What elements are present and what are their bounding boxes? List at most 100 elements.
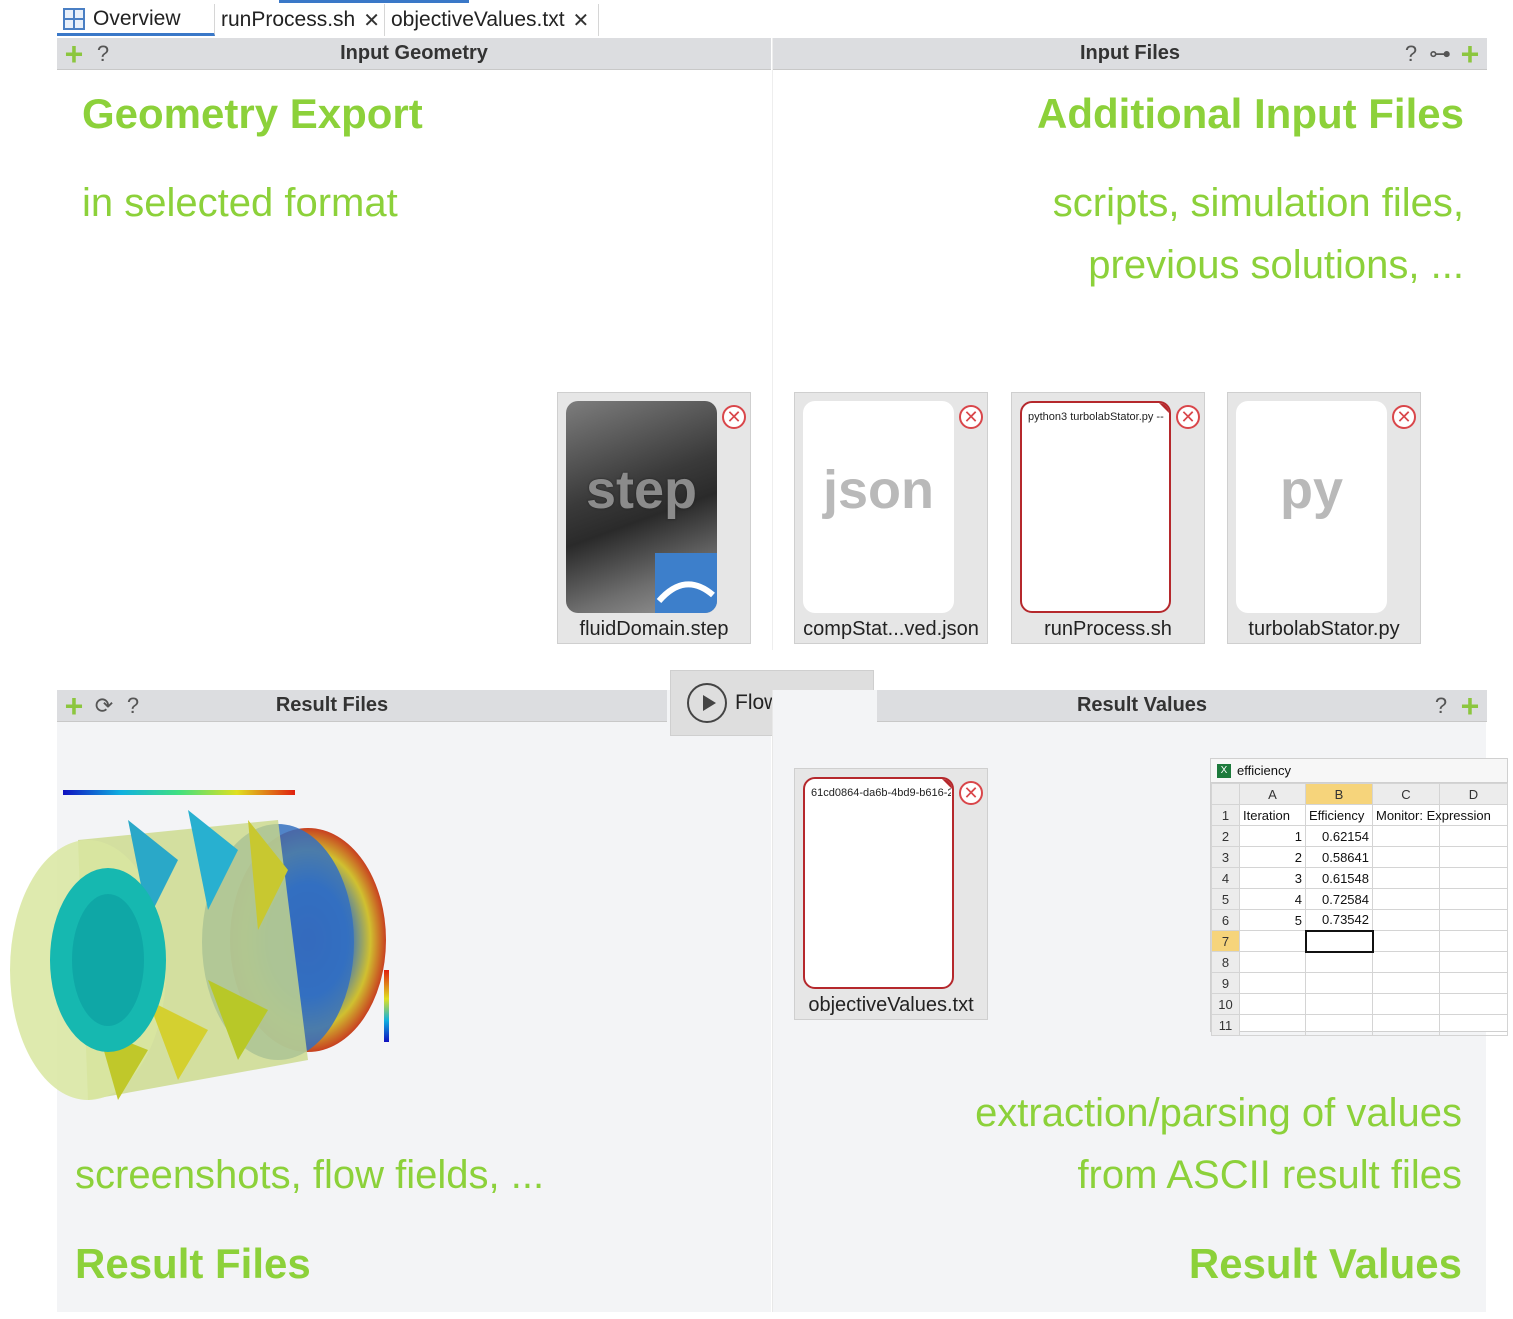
cell[interactable]: Iteration [1239, 804, 1306, 826]
cell[interactable] [1439, 825, 1508, 847]
cell[interactable] [1239, 930, 1306, 952]
cell[interactable] [1305, 972, 1373, 994]
table-row: 4 3 0.61548 [1211, 867, 1508, 889]
add-icon[interactable]: + [61, 690, 87, 722]
help-icon[interactable]: ? [93, 38, 113, 70]
cell[interactable] [1439, 867, 1508, 889]
remove-icon[interactable]: ✕ [959, 405, 983, 429]
py-thumbnail: py [1236, 401, 1387, 613]
cell[interactable] [1372, 909, 1440, 931]
result-values-heading: Result Values [1188, 1240, 1462, 1287]
add-icon[interactable]: + [1457, 690, 1483, 722]
add-icon[interactable]: + [61, 38, 87, 70]
result-values-header: Result Values ? + [877, 690, 1487, 722]
cell[interactable] [1372, 930, 1440, 952]
ext-label: json [822, 460, 934, 520]
file-card-py[interactable]: py ✕ turbolabStator.py [1227, 392, 1421, 644]
column-header[interactable]: D [1439, 783, 1508, 805]
close-icon[interactable]: ✕ [363, 8, 380, 33]
tab-overview[interactable]: Overview [57, 4, 215, 36]
close-icon[interactable]: ✕ [573, 8, 590, 33]
file-card-json[interactable]: json ✕ compStat...ved.json [794, 392, 988, 644]
flow-field-render[interactable] [8, 780, 418, 1110]
row-header[interactable]: 8 [1211, 951, 1240, 973]
cell[interactable] [1439, 930, 1508, 952]
active-cell[interactable] [1304, 929, 1374, 953]
link-icon[interactable]: ⊶ [1425, 38, 1455, 70]
cell[interactable] [1439, 888, 1508, 910]
row-header[interactable]: 11 [1211, 1014, 1240, 1036]
column-header[interactable]: B [1305, 783, 1373, 805]
cell[interactable]: 0.62154 [1305, 825, 1373, 847]
cell[interactable] [1439, 972, 1508, 994]
help-icon[interactable]: ? [1401, 38, 1421, 70]
corner-cell[interactable] [1211, 783, 1240, 805]
cell[interactable] [1439, 846, 1508, 868]
cell[interactable]: 4 [1239, 888, 1306, 910]
remove-icon[interactable]: ✕ [959, 781, 983, 805]
tab-objective-values[interactable]: objectiveValues.txt ✕ [385, 4, 599, 36]
cell[interactable] [1372, 888, 1440, 910]
table-row: 11 [1211, 1014, 1508, 1036]
row-header[interactable]: 4 [1211, 867, 1240, 889]
cell[interactable] [1305, 993, 1373, 1015]
row-header[interactable]: 10 [1211, 993, 1240, 1015]
cell[interactable]: 0.73542 [1305, 909, 1373, 931]
add-icon[interactable]: + [1457, 38, 1483, 70]
cell[interactable] [1239, 993, 1306, 1015]
column-header[interactable]: C [1372, 783, 1440, 805]
cell[interactable] [1239, 1014, 1306, 1036]
tab-overview-label: Overview [93, 6, 181, 30]
cell[interactable] [1372, 1014, 1440, 1036]
cell[interactable]: Monitor: Expression [1372, 804, 1491, 826]
cell[interactable] [1439, 993, 1508, 1015]
cell[interactable] [1439, 1014, 1508, 1036]
row-header[interactable]: 1 [1211, 804, 1240, 826]
cell[interactable] [1439, 951, 1508, 973]
cell[interactable]: 3 [1239, 867, 1306, 889]
table-row: 2 1 0.62154 [1211, 825, 1508, 847]
cell[interactable]: 5 [1239, 909, 1306, 931]
cell[interactable] [1372, 825, 1440, 847]
cell[interactable] [1372, 867, 1440, 889]
cell[interactable] [1305, 1014, 1373, 1036]
cell[interactable] [1305, 951, 1373, 973]
file-name: objectiveValues.txt [808, 994, 974, 1016]
remove-icon[interactable]: ✕ [722, 405, 746, 429]
remove-icon[interactable]: ✕ [1392, 405, 1416, 429]
cell[interactable] [1239, 951, 1306, 973]
file-card-step[interactable]: step ✕ fluidDomain.step [557, 392, 751, 644]
cell[interactable]: 2 [1239, 846, 1306, 868]
cell[interactable] [1372, 951, 1440, 973]
row-header[interactable]: 6 [1211, 909, 1240, 931]
efficiency-spreadsheet[interactable]: X efficiency A B C D 1 Iteration Efficie… [1210, 758, 1508, 1036]
cell[interactable] [1372, 846, 1440, 868]
help-icon[interactable]: ? [1431, 690, 1451, 722]
cell[interactable]: 0.61548 [1305, 867, 1373, 889]
cell[interactable] [1372, 972, 1440, 994]
row-header[interactable]: 3 [1211, 846, 1240, 868]
row-header[interactable]: 9 [1211, 972, 1240, 994]
cell[interactable] [1439, 909, 1508, 931]
help-icon[interactable]: ? [123, 690, 143, 722]
row-header[interactable]: 7 [1211, 930, 1240, 952]
refresh-icon[interactable]: ⟳ [91, 690, 117, 722]
file-card-runprocess[interactable]: python3 turbolabStator.py -- ✕ runProces… [1011, 392, 1205, 644]
row-header[interactable]: 2 [1211, 825, 1240, 847]
table-row: 5 4 0.72584 [1211, 888, 1508, 910]
remove-icon[interactable]: ✕ [1176, 405, 1200, 429]
cell[interactable]: 1 [1239, 825, 1306, 847]
cell[interactable] [1239, 972, 1306, 994]
row-header[interactable]: 5 [1211, 888, 1240, 910]
file-card-objective-values[interactable]: 61cd0864-da6b-4bd9-b616-2 ✕ objectiveVal… [794, 768, 988, 1020]
tab-run-process[interactable]: runProcess.sh ✕ [215, 4, 385, 36]
panel-title: Input Geometry [340, 42, 488, 64]
cell[interactable]: Efficiency [1305, 804, 1373, 826]
column-header[interactable]: A [1239, 783, 1306, 805]
table-row: 7 [1211, 929, 1508, 953]
cell[interactable]: 0.72584 [1305, 888, 1373, 910]
cell[interactable]: 0.58641 [1305, 846, 1373, 868]
result-files-header: Result Files + ⟳ ? [57, 690, 667, 722]
table-row: 6 5 0.73542 [1211, 909, 1508, 931]
cell[interactable] [1372, 993, 1440, 1015]
